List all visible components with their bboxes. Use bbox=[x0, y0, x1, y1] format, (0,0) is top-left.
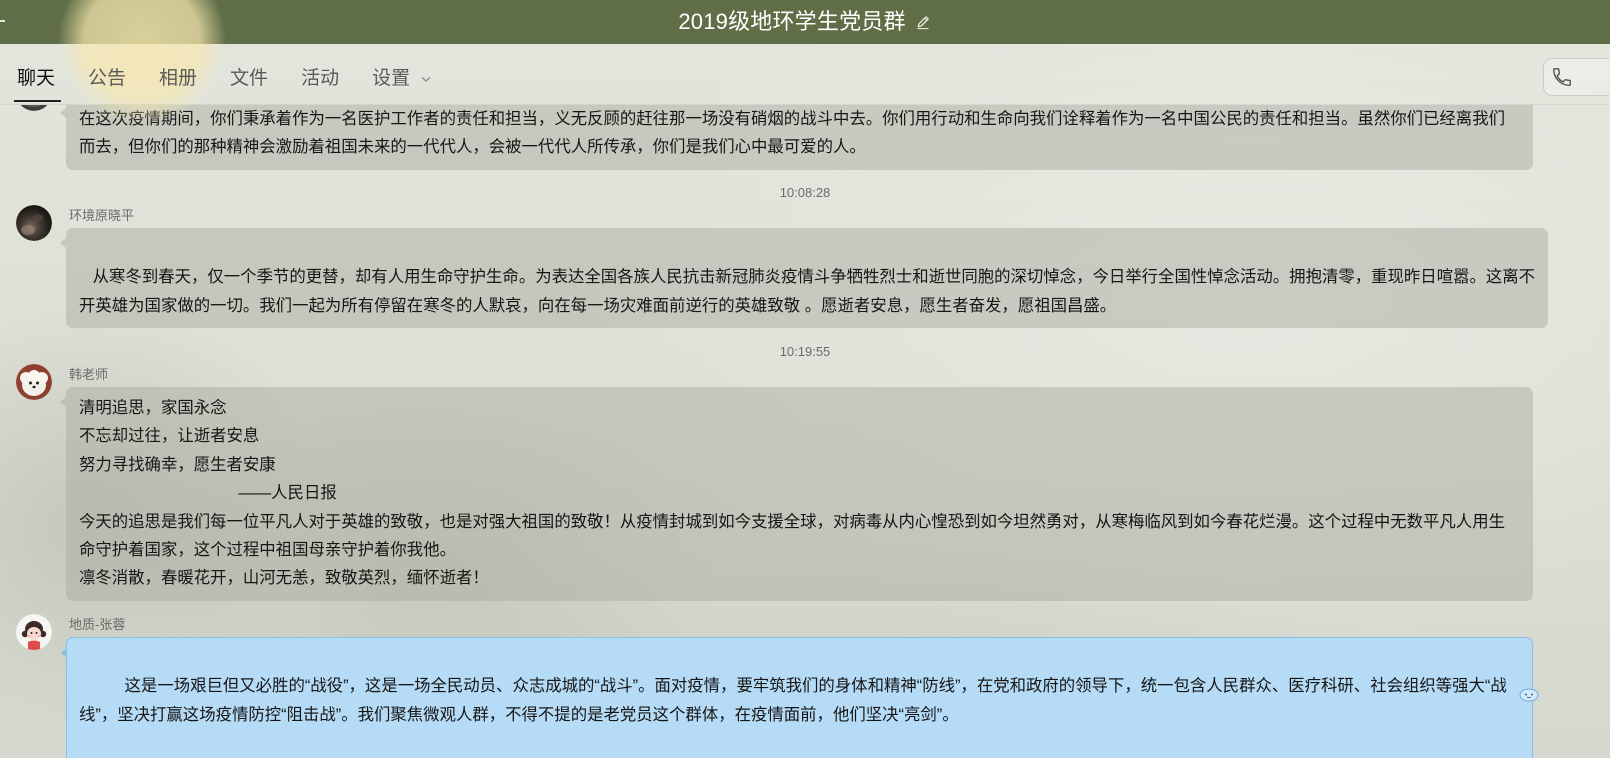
timestamp: 10:19:55 bbox=[779, 344, 831, 360]
chat-message: 地质-张蓉 这是一场艰巨但又必胜的“战役”，这是一场全民动员、众志成城的“战斗”… bbox=[0, 613, 1610, 758]
chat-message: 韩老师 清明追思，家国永念 不忘却过往，让逝者安息 努力寻找确幸，愿生者安康 —… bbox=[0, 364, 1610, 601]
message-bubble[interactable]: 从寒冬到春天，仅一个季节的更替，却有人用生命守护生命。为表达全国各族人民抗击新冠… bbox=[60, 227, 1548, 329]
message-text: 这是一场艰巨但又必胜的“战役”，这是一场全民动员、众志成城的“战斗”。面对疫情，… bbox=[79, 677, 1507, 724]
window-edge-mark bbox=[0, 20, 5, 22]
call-button[interactable] bbox=[1543, 58, 1609, 96]
title-bar: 2019级地环学生党员群 bbox=[0, 0, 1610, 44]
phone-icon bbox=[1551, 66, 1573, 88]
chat-message-stack: 在这次疫情期间，你们秉承着作为一名医护工作者的责任和担当，义无反顾的赶往那一场没… bbox=[0, 105, 1610, 758]
pencil-icon[interactable] bbox=[914, 13, 932, 31]
tab-activities[interactable]: 活动 bbox=[301, 66, 339, 92]
tab-bar: 聊天 公告 相册 文件 活动 设置 bbox=[0, 44, 1610, 105]
chat-message-list[interactable]: 在这次疫情期间，你们秉承着作为一名医护工作者的责任和担当，义无反顾的赶往那一场没… bbox=[0, 105, 1610, 758]
sender-name: 韩老师 bbox=[69, 367, 109, 383]
chat-message: 环境原晓平 从寒冬到春天，仅一个季节的更替，却有人用生命守护生命。为表达全国各族… bbox=[0, 204, 1610, 329]
message-bubble-highlighted[interactable]: 这是一场艰巨但又必胜的“战役”，这是一场全民动员、众志成城的“战斗”。面对疫情，… bbox=[61, 636, 1539, 758]
tab-album[interactable]: 相册 bbox=[159, 66, 197, 92]
avatar[interactable] bbox=[16, 204, 52, 241]
timestamp: 10:08:28 bbox=[779, 184, 831, 200]
chevron-down-icon bbox=[420, 73, 432, 85]
tab-files[interactable]: 文件 bbox=[230, 66, 268, 92]
tab-settings[interactable]: 设置 bbox=[372, 66, 432, 92]
window-title: 2019级地环学生党员群 bbox=[678, 9, 906, 34]
qq-group-chat-window: 2019级地环学生党员群 聊天 公告 相册 文件 活动 设置 在这次疫情期间，你… bbox=[0, 0, 1610, 758]
chat-message: 在这次疫情期间，你们秉承着作为一名医护工作者的责任和担当，义无反顾的赶往那一场没… bbox=[0, 105, 1610, 170]
avatar[interactable] bbox=[16, 613, 52, 650]
avatar[interactable] bbox=[16, 364, 52, 401]
sender-name: 地质-张蓉 bbox=[69, 616, 126, 632]
tab-announcement[interactable]: 公告 bbox=[88, 66, 126, 92]
tab-chat[interactable]: 聊天 bbox=[13, 66, 62, 102]
avatar[interactable] bbox=[16, 105, 52, 111]
message-bubble[interactable]: 在这次疫情期间，你们秉承着作为一名医护工作者的责任和担当，义无反顾的赶往那一场没… bbox=[60, 105, 1533, 170]
message-bubble[interactable]: 清明追思，家国永念 不忘却过往，让逝者安息 努力寻找确幸，愿生者安康 ——人民日… bbox=[60, 387, 1533, 601]
tab-list: 聊天 公告 相册 文件 活动 设置 bbox=[13, 66, 432, 102]
tab-settings-label: 设置 bbox=[372, 68, 411, 89]
sender-name: 环境原晓平 bbox=[69, 207, 135, 223]
bubble-decoration-icon bbox=[1518, 629, 1540, 702]
